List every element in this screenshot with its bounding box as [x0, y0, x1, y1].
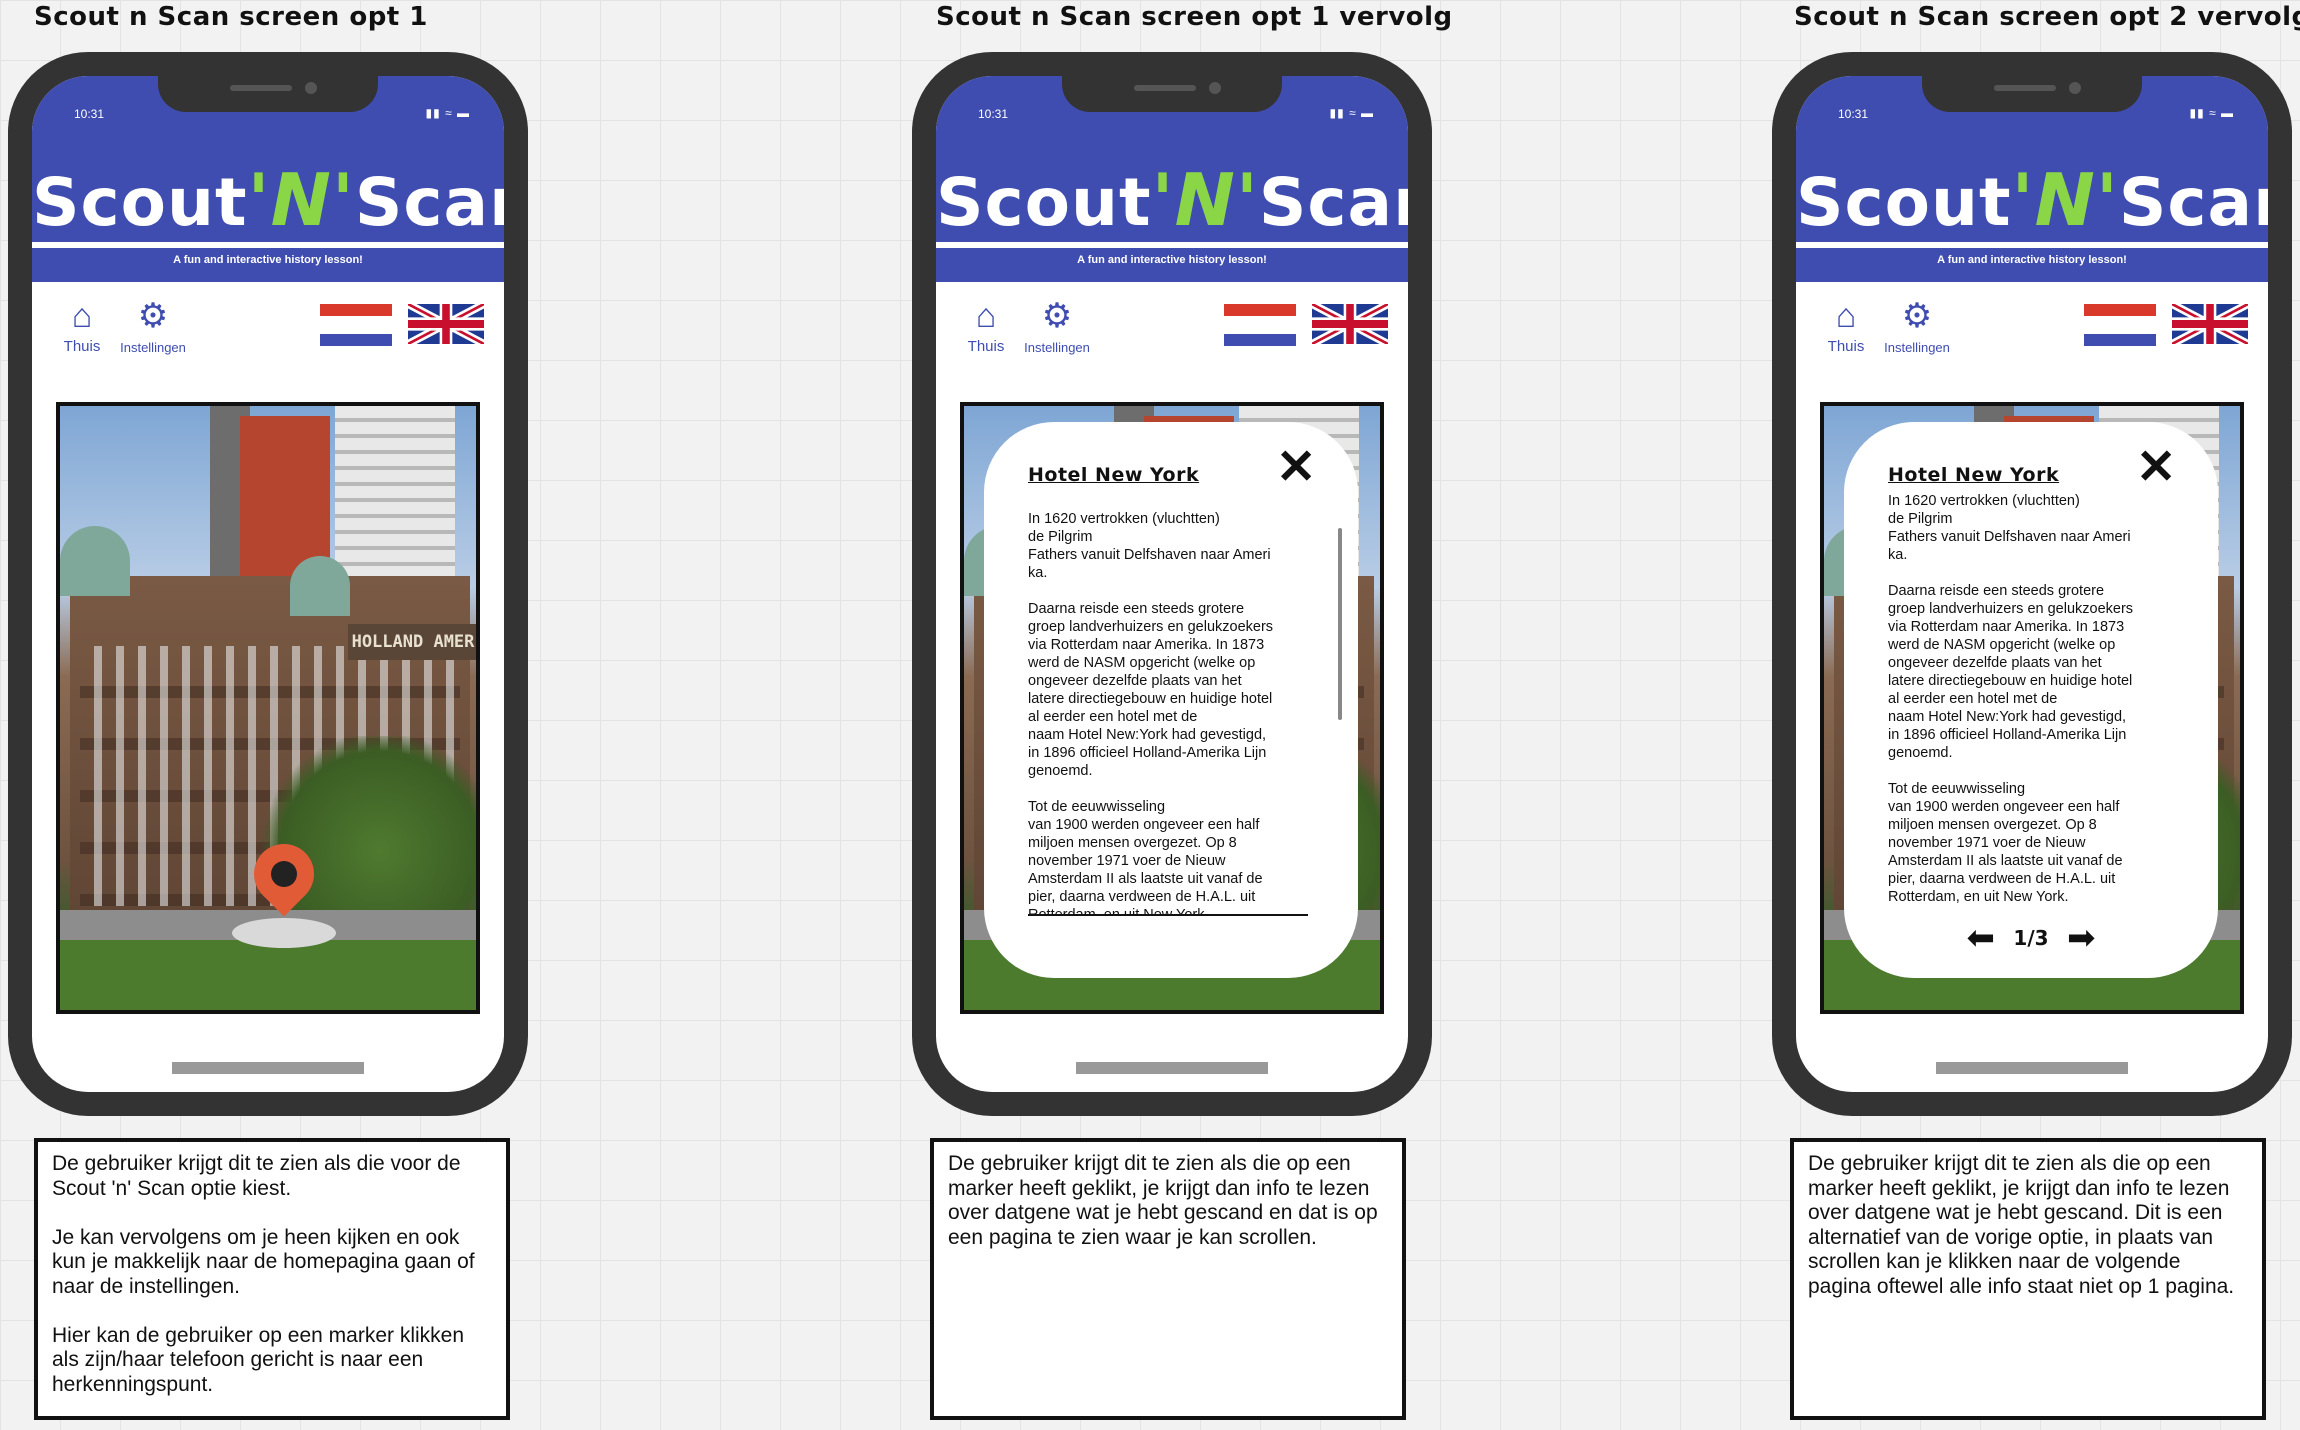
- app-header: 10:31 ▮▮ ≈ ▬ Scout'N'Scan A fun and inte…: [936, 76, 1408, 282]
- gear-icon: ⚙: [137, 297, 169, 335]
- info-text: In 1620 vertrokken (vluchtten) de Pilgri…: [1028, 510, 1308, 916]
- info-title: Hotel New York: [1028, 464, 1200, 486]
- arrow-left-icon[interactable]: ⬅: [1952, 918, 2009, 958]
- app-logo: Scout'N'Scan: [32, 158, 504, 242]
- screen-description: De gebruiker krijgt dit te zien als die …: [930, 1138, 1406, 1420]
- status-icons: ▮▮ ≈ ▬: [1329, 106, 1374, 120]
- scrollbar[interactable]: [1338, 528, 1342, 720]
- nav-settings-button[interactable]: ⚙ Instellingen: [108, 298, 198, 355]
- home-icon: ⌂: [975, 297, 997, 335]
- info-title: Hotel New York: [1888, 464, 2060, 486]
- screen-column-2: Scout n Scan screen opt 1 vervolg 10:31 …: [904, 0, 1464, 1430]
- info-card: Hotel New York ✕ In 1620 vertrokken (vlu…: [1844, 422, 2218, 978]
- status-time: 10:31: [978, 107, 1009, 121]
- nav-settings-button[interactable]: ⚙ Instellingen: [1012, 298, 1102, 355]
- phone-notch: [158, 76, 378, 112]
- screen-title: Scout n Scan screen opt 1: [34, 2, 428, 32]
- screen-column-1: Scout n Scan screen opt 1 10:31 ▮▮ ≈ ▬ S…: [0, 0, 560, 1430]
- header-stripe: [936, 242, 1408, 248]
- phone-frame: 10:31 ▮▮ ≈ ▬ Scout'N'Scan A fun and inte…: [1772, 52, 2292, 1116]
- flag-dutch-button[interactable]: [1224, 304, 1296, 350]
- app-header: 10:31 ▮▮ ≈ ▬ Scout'N'Scan A fun and inte…: [1796, 76, 2268, 282]
- home-indicator: [1936, 1062, 2128, 1074]
- gear-icon: ⚙: [1901, 297, 1933, 335]
- flag-english-button[interactable]: [408, 304, 484, 344]
- nav-home-button[interactable]: ⌂ Thuis: [52, 298, 112, 355]
- page-counter: 1/3: [2013, 926, 2049, 950]
- building-sign: HOLLAND AMER: [348, 624, 476, 660]
- nav-home-button[interactable]: ⌂ Thuis: [1816, 298, 1876, 355]
- phone-frame: 10:31 ▮▮ ≈ ▬ Scout'N'Scan A fun and inte…: [912, 52, 1432, 1116]
- phone-screen: 10:31 ▮▮ ≈ ▬ Scout'N'Scan A fun and inte…: [1796, 76, 2268, 1092]
- screen-column-3: Scout n Scan screen opt 2 vervolg 10:31 …: [1764, 0, 2300, 1430]
- nav-home-button[interactable]: ⌂ Thuis: [956, 298, 1016, 355]
- home-icon: ⌂: [71, 297, 93, 335]
- nav-settings-label: Instellingen: [120, 340, 186, 355]
- flag-dutch-button[interactable]: [320, 304, 392, 350]
- close-icon[interactable]: ✕: [2136, 444, 2176, 492]
- status-time: 10:31: [74, 107, 105, 121]
- status-icons: ▮▮ ≈ ▬: [2189, 106, 2234, 120]
- camera-view: HOLLAND AMER: [56, 402, 480, 1014]
- screen-description: De gebruiker krijgt dit te zien als die …: [34, 1138, 510, 1420]
- app-logo: Scout'N'Scan: [936, 158, 1408, 242]
- nav-home-label: Thuis: [1827, 338, 1865, 355]
- phone-notch: [1062, 76, 1282, 112]
- header-stripe: [1796, 242, 2268, 248]
- app-logo: Scout'N'Scan: [1796, 158, 2268, 242]
- close-icon[interactable]: ✕: [1276, 444, 1316, 492]
- home-icon: ⌂: [1835, 297, 1857, 335]
- screen-title: Scout n Scan screen opt 2 vervolg: [1794, 2, 2300, 32]
- flag-dutch-button[interactable]: [2084, 304, 2156, 350]
- flag-english-button[interactable]: [2172, 304, 2248, 344]
- marker-shadow: [232, 918, 336, 948]
- phone-screen: 10:31 ▮▮ ≈ ▬ Scout'N'Scan A fun and inte…: [936, 76, 1408, 1092]
- nav-settings-button[interactable]: ⚙ Instellingen: [1872, 298, 1962, 355]
- status-icons: ▮▮ ≈ ▬: [425, 106, 470, 120]
- nav-home-label: Thuis: [63, 338, 101, 355]
- home-indicator: [172, 1062, 364, 1074]
- status-time: 10:31: [1838, 107, 1869, 121]
- info-text: In 1620 vertrokken (vluchtten) de Pilgri…: [1888, 493, 2134, 905]
- phone-screen: 10:31 ▮▮ ≈ ▬ Scout'N'Scan A fun and inte…: [32, 76, 504, 1092]
- info-text-scroll[interactable]: In 1620 vertrokken (vluchtten) de Pilgri…: [1028, 492, 1308, 934]
- gear-icon: ⚙: [1041, 297, 1073, 335]
- app-header: 10:31 ▮▮ ≈ ▬ Scout'N'Scan A fun and inte…: [32, 76, 504, 282]
- nav-settings-label: Instellingen: [1024, 340, 1090, 355]
- screen-title: Scout n Scan screen opt 1 vervolg: [936, 2, 1453, 32]
- tagline: A fun and interactive history lesson!: [1077, 254, 1267, 266]
- info-card: Hotel New York ✕ In 1620 vertrokken (vlu…: [984, 422, 1358, 978]
- flag-english-button[interactable]: [1312, 304, 1388, 344]
- screen-description: De gebruiker krijgt dit te zien als die …: [1790, 1138, 2266, 1420]
- phone-frame: 10:31 ▮▮ ≈ ▬ Scout'N'Scan A fun and inte…: [8, 52, 528, 1116]
- tagline: A fun and interactive history lesson!: [1937, 254, 2127, 266]
- arrow-right-icon[interactable]: ➡: [2053, 918, 2110, 958]
- nav-settings-label: Instellingen: [1884, 340, 1950, 355]
- header-stripe: [32, 242, 504, 248]
- nav-home-label: Thuis: [967, 338, 1005, 355]
- phone-notch: [1922, 76, 2142, 112]
- tagline: A fun and interactive history lesson!: [173, 254, 363, 266]
- pager: ⬅ 1/3 ➡: [1844, 918, 2218, 958]
- home-indicator: [1076, 1062, 1268, 1074]
